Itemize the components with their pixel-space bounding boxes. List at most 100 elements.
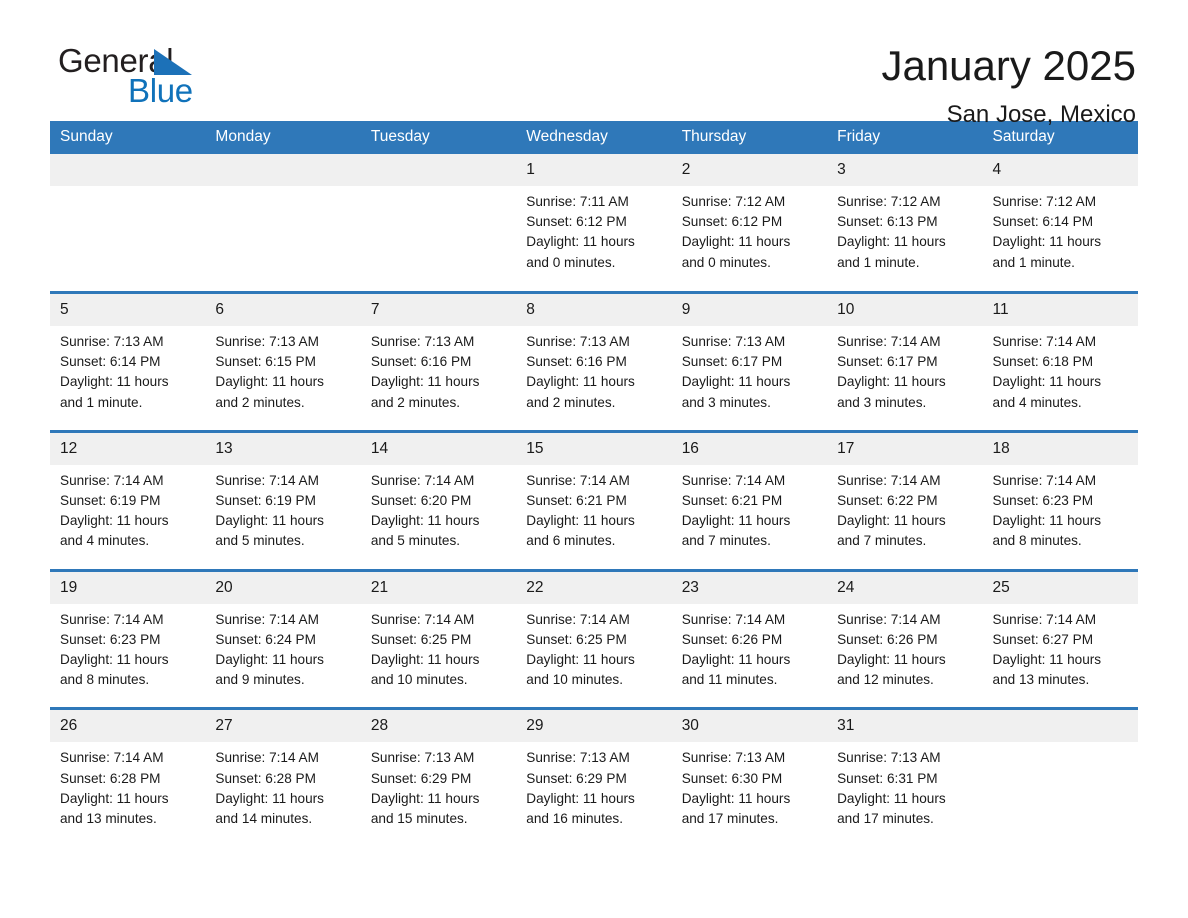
- calendar-day-cell[interactable]: 14 Sunrise: 7:14 AM Sunset: 6:20 PM Dayligh…: [360, 432, 517, 560]
- day-number: 11: [982, 294, 1138, 326]
- day-number: 29: [516, 710, 672, 743]
- sunrise-text: Sunrise: 7:13 AM: [681, 334, 786, 349]
- sunset-text: Sunset: 6:21 PM: [681, 493, 783, 509]
- daylight-text-line1: Daylight: 11 hours: [526, 652, 635, 668]
- daylight-text-line2: and 0 minutes.: [526, 254, 616, 270]
- daylight-text-line1: Daylight: 11 hours: [837, 652, 946, 668]
- sunrise-text: Sunrise: 7:14 AM: [526, 472, 630, 488]
- calendar-day-cell[interactable]: 18 Sunrise: 7:14 AM Sunset: 6:23 PM Dayligh…: [982, 432, 1138, 560]
- daylight-text-line1: Daylight: 11 hours: [215, 374, 324, 390]
- weekday-header-monday: Monday: [205, 121, 361, 154]
- daylight-text-line2: and 1 minute.: [992, 254, 1075, 270]
- calendar-page: General Blue January 2025 San Jose, Mexi…: [0, 0, 1188, 918]
- day-number: 7: [360, 294, 517, 326]
- calendar-day-cell[interactable]: 24 Sunrise: 7:14 AM Sunset: 6:26 PM Dayligh…: [827, 571, 983, 699]
- calendar-day-cell-empty: [205, 154, 361, 282]
- day-number: 26: [50, 710, 206, 743]
- calendar-day-cell[interactable]: 13 Sunrise: 7:14 AM Sunset: 6:19 PM Dayligh…: [205, 432, 361, 560]
- sunset-text: Sunset: 6:22 PM: [837, 493, 938, 509]
- calendar-day-cell[interactable]: 22 Sunrise: 7:14 AM Sunset: 6:25 PM Dayligh…: [516, 571, 672, 699]
- sunrise-text: Sunrise: 7:14 AM: [526, 611, 630, 627]
- daylight-text-line1: Daylight: 11 hours: [992, 234, 1102, 250]
- day-number: 5: [50, 294, 206, 326]
- calendar-day-cell[interactable]: 31 Sunrise: 7:13 AM Sunset: 6:31 PM Dayligh…: [827, 710, 983, 839]
- sunrise-text: Sunrise: 7:13 AM: [526, 750, 630, 766]
- sunset-text: Sunset: 6:13 PM: [837, 214, 938, 230]
- day-number: 3: [827, 154, 983, 186]
- daylight-text-line2: and 15 minutes.: [370, 811, 468, 827]
- sunset-text: Sunset: 6:28 PM: [60, 770, 161, 786]
- calendar-day-cell[interactable]: 16 Sunrise: 7:14 AM Sunset: 6:21 PM Dayligh…: [671, 432, 828, 560]
- sunset-text: Sunset: 6:25 PM: [526, 631, 627, 647]
- calendar-table: Sunday Monday Tuesday Wednesday Thursday Frid…: [50, 121, 1138, 839]
- day-details: Sunrise: 7:13 AM Sunset: 6:17 PM Daylight:…: [672, 326, 827, 421]
- calendar-day-cell[interactable]: 20 Sunrise: 7:14 AM Sunset: 6:24 PM Dayligh…: [205, 571, 361, 699]
- calendar-day-cell[interactable]: 4 Sunrise: 7:12 AM Sunset: 6:14 PM Daylight…: [982, 154, 1138, 282]
- week-gap-cell: [50, 282, 1138, 291]
- weekday-header-wednesday: Wednesday: [516, 121, 672, 154]
- calendar-day-cell[interactable]: 29 Sunrise: 7:13 AM Sunset: 6:29 PM Dayligh…: [516, 710, 672, 839]
- day-details: Sunrise: 7:13 AM Sunset: 6:16 PM Daylight:…: [361, 326, 516, 421]
- daylight-text-line2: and 4 minutes.: [992, 394, 1082, 410]
- calendar-day-cell[interactable]: 26 Sunrise: 7:14 AM Sunset: 6:28 PM Dayligh…: [50, 710, 206, 839]
- sunrise-text: Sunrise: 7:14 AM: [215, 472, 319, 488]
- daylight-text-line1: Daylight: 11 hours: [526, 374, 635, 390]
- calendar-day-cell[interactable]: 17 Sunrise: 7:14 AM Sunset: 6:22 PM Dayligh…: [827, 432, 983, 560]
- calendar-day-cell[interactable]: 5 Sunrise: 7:13 AM Sunset: 6:14 PM Daylight…: [50, 294, 206, 421]
- calendar-day-cell[interactable]: 27 Sunrise: 7:14 AM Sunset: 6:28 PM Dayligh…: [205, 710, 361, 839]
- daylight-text-line2: and 17 minutes.: [837, 811, 934, 827]
- calendar-day-cell[interactable]: 28 Sunrise: 7:13 AM Sunset: 6:29 PM Dayligh…: [360, 710, 517, 839]
- calendar-day-cell[interactable]: 2 Sunrise: 7:12 AM Sunset: 6:12 PM Daylight…: [671, 154, 828, 282]
- title-block: January 2025 San Jose, Mexico: [881, 42, 1138, 130]
- day-number: 10: [827, 294, 983, 326]
- day-number: 25: [982, 571, 1138, 604]
- daylight-text-line2: and 10 minutes.: [370, 672, 468, 688]
- daylight-text-line1: Daylight: 11 hours: [681, 652, 791, 668]
- daylight-text-line1: Daylight: 11 hours: [992, 513, 1102, 529]
- daylight-text-line2: and 4 minutes.: [60, 533, 150, 549]
- weekday-header-sunday: Sunday: [50, 121, 206, 154]
- day-number: 2: [671, 154, 828, 186]
- calendar-day-cell[interactable]: 3 Sunrise: 7:12 AM Sunset: 6:13 PM Daylight…: [827, 154, 983, 282]
- day-details: Sunrise: 7:14 AM Sunset: 6:28 PM Daylight:…: [205, 742, 360, 837]
- daylight-text-line1: Daylight: 11 hours: [370, 513, 480, 529]
- day-number: 19: [50, 571, 206, 604]
- day-details: Sunrise: 7:14 AM Sunset: 6:23 PM Daylight:…: [983, 465, 1138, 560]
- weekday-header-thursday: Thursday: [671, 121, 828, 154]
- calendar-day-cell[interactable]: 30 Sunrise: 7:13 AM Sunset: 6:30 PM Dayligh…: [671, 710, 828, 839]
- sunset-text: Sunset: 6:28 PM: [215, 770, 316, 786]
- calendar-day-cell[interactable]: 8 Sunrise: 7:13 AM Sunset: 6:16 PM Daylight…: [516, 294, 672, 421]
- sunrise-text: Sunrise: 7:14 AM: [681, 472, 786, 488]
- calendar-day-cell[interactable]: 6 Sunrise: 7:13 AM Sunset: 6:15 PM Daylight…: [205, 294, 361, 421]
- calendar-day-cell[interactable]: 15 Sunrise: 7:14 AM Sunset: 6:21 PM Dayligh…: [516, 432, 672, 560]
- daylight-text-line2: and 10 minutes.: [526, 672, 623, 688]
- logo-text-blue: Blue: [128, 72, 193, 109]
- week-gap: [50, 420, 1138, 430]
- calendar-day-cell[interactable]: 11 Sunrise: 7:14 AM Sunset: 6:18 PM Dayligh…: [982, 294, 1138, 421]
- daylight-text-line1: Daylight: 11 hours: [60, 652, 169, 668]
- daylight-text-line1: Daylight: 11 hours: [60, 374, 169, 390]
- day-number: 6: [205, 294, 361, 326]
- daylight-text-line1: Daylight: 11 hours: [526, 513, 635, 529]
- calendar-day-cell[interactable]: 1 Sunrise: 7:11 AM Sunset: 6:12 PM Daylight…: [516, 154, 672, 282]
- calendar-day-cell[interactable]: 9 Sunrise: 7:13 AM Sunset: 6:17 PM Daylight…: [671, 294, 828, 421]
- day-details: Sunrise: 7:14 AM Sunset: 6:18 PM Daylight:…: [983, 326, 1138, 421]
- daylight-text-line2: and 12 minutes.: [837, 672, 934, 688]
- sunrise-text: Sunrise: 7:13 AM: [681, 750, 786, 766]
- calendar-day-cell[interactable]: 12 Sunrise: 7:14 AM Sunset: 6:19 PM Dayligh…: [50, 432, 206, 560]
- daylight-text-line1: Daylight: 11 hours: [370, 652, 480, 668]
- calendar-day-cell[interactable]: 25 Sunrise: 7:14 AM Sunset: 6:27 PM Dayligh…: [982, 571, 1138, 699]
- daylight-text-line2: and 2 minutes.: [370, 394, 461, 410]
- sunrise-text: Sunrise: 7:13 AM: [60, 334, 164, 349]
- day-details: Sunrise: 7:14 AM Sunset: 6:25 PM Daylight:…: [516, 604, 671, 699]
- day-details: Sunrise: 7:12 AM Sunset: 6:13 PM Daylight:…: [827, 186, 982, 281]
- calendar-day-cell[interactable]: 23 Sunrise: 7:14 AM Sunset: 6:26 PM Dayligh…: [671, 571, 828, 699]
- day-details: Sunrise: 7:14 AM Sunset: 6:25 PM Daylight:…: [361, 604, 516, 699]
- sunrise-text: Sunrise: 7:14 AM: [215, 750, 319, 766]
- day-details: Sunrise: 7:14 AM Sunset: 6:20 PM Daylight:…: [361, 465, 516, 560]
- calendar-day-cell[interactable]: 10 Sunrise: 7:14 AM Sunset: 6:17 PM Dayligh…: [827, 294, 983, 421]
- calendar-day-cell[interactable]: 21 Sunrise: 7:14 AM Sunset: 6:25 PM Dayligh…: [360, 571, 517, 699]
- calendar-day-cell[interactable]: 19 Sunrise: 7:14 AM Sunset: 6:23 PM Dayligh…: [50, 571, 206, 699]
- week-gap-cell: [50, 420, 1138, 430]
- calendar-day-cell[interactable]: 7 Sunrise: 7:13 AM Sunset: 6:16 PM Daylight…: [360, 294, 517, 421]
